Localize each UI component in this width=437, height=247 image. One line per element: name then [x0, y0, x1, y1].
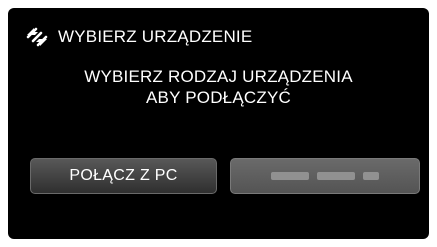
device-screen: WYBIERZ URZĄDZENIE WYBIERZ RODZAJ URZĄDZ…: [8, 8, 429, 239]
blurred-text-block: [317, 172, 355, 180]
blurred-text-block: [271, 172, 309, 180]
instruction-text: WYBIERZ RODZAJ URZĄDZENIA ABY PODŁĄCZYĆ: [8, 66, 429, 108]
frame: WYBIERZ URZĄDZENIE WYBIERZ RODZAJ URZĄDZ…: [0, 0, 437, 247]
usb-connect-icon: [24, 24, 50, 50]
page-title: WYBIERZ URZĄDZENIE: [58, 27, 253, 46]
header: WYBIERZ URZĄDZENIE: [24, 24, 252, 50]
connect-pc-label: POŁĄCZ Z PC: [69, 167, 178, 184]
connect-pc-button[interactable]: POŁĄCZ Z PC: [30, 158, 217, 194]
blurred-label: [271, 172, 379, 180]
blurred-text-block: [363, 172, 379, 180]
disabled-option-button: [230, 158, 420, 194]
instruction-line-1: WYBIERZ RODZAJ URZĄDZENIA: [84, 67, 353, 86]
instruction-line-2: ABY PODŁĄCZYĆ: [146, 88, 291, 107]
